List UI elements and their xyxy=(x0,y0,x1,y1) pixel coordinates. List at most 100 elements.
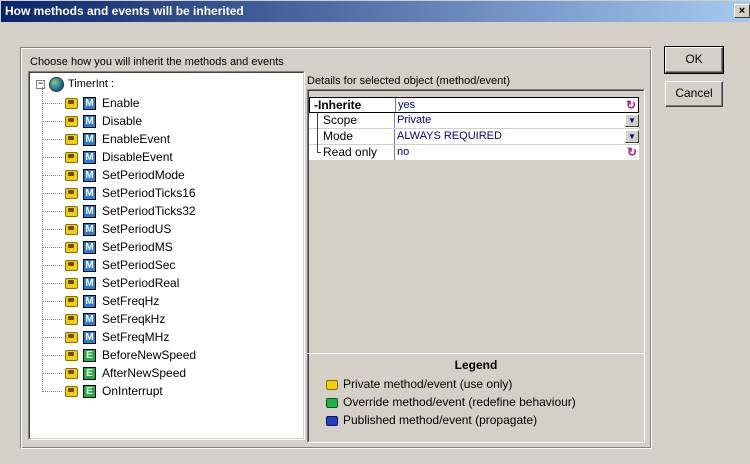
private-icon[interactable] xyxy=(64,349,78,361)
private-icon[interactable] xyxy=(64,169,78,181)
tree-item[interactable]: E AfterNewSpeed xyxy=(42,364,186,382)
tree-item[interactable]: M DisableEvent xyxy=(42,148,173,166)
tree-item-label: SetFreqkHz xyxy=(102,312,166,326)
close-button[interactable]: × xyxy=(734,4,750,18)
legend-item-published: Published method/event (propagate) xyxy=(325,412,537,428)
private-icon[interactable] xyxy=(64,223,78,235)
cycle-value-icon[interactable]: ↻ xyxy=(625,146,639,159)
property-name-text: Mode xyxy=(323,129,354,143)
method-icon: M xyxy=(83,150,96,164)
tree-connector xyxy=(42,264,62,266)
tree-connector xyxy=(42,102,62,104)
ok-button[interactable]: OK xyxy=(664,46,724,74)
tree-connector xyxy=(42,390,62,392)
tree-item-label: OnInterrupt xyxy=(102,384,163,398)
private-icon xyxy=(325,378,339,390)
collapse-icon[interactable]: − xyxy=(36,79,45,89)
tree-item[interactable]: M SetPeriodTicks32 xyxy=(42,202,196,220)
methods-tree[interactable]: − TimerInt : M Enable M Disable M EnableEvent… xyxy=(28,71,305,440)
tree-connector xyxy=(317,145,321,153)
published-icon xyxy=(325,414,339,426)
property-name: Scope xyxy=(309,113,395,129)
event-icon: E xyxy=(83,348,96,362)
property-value[interactable]: Private ▼ xyxy=(395,113,639,128)
tree-item[interactable]: M Enable xyxy=(42,94,139,112)
tree-item[interactable]: M SetPeriodReal xyxy=(42,274,179,292)
tree-item-label: SetPeriodTicks16 xyxy=(102,186,196,200)
tree-connector xyxy=(42,210,62,212)
groupbox-label: Choose how you will inherit the methods … xyxy=(30,56,284,68)
private-icon[interactable] xyxy=(64,205,78,217)
details-label: Details for selected object (method/even… xyxy=(307,75,510,87)
tree-item[interactable]: M SetPeriodMode xyxy=(42,166,185,184)
private-icon[interactable] xyxy=(64,385,78,397)
tree-item[interactable]: M Disable xyxy=(42,112,142,130)
tree-item[interactable]: M EnableEvent xyxy=(42,130,170,148)
tree-item-label: BeforeNewSpeed xyxy=(102,348,197,362)
property-row[interactable]: Read only no ↻ xyxy=(309,145,639,161)
private-icon[interactable] xyxy=(64,187,78,199)
cycle-value-icon[interactable]: ↻ xyxy=(624,99,638,112)
method-icon: M xyxy=(83,312,96,326)
method-icon: M xyxy=(83,168,96,182)
method-icon: M xyxy=(83,276,96,290)
private-icon[interactable] xyxy=(64,295,78,307)
tree-item[interactable]: E OnInterrupt xyxy=(42,382,163,400)
tree-connector xyxy=(42,174,62,176)
globe-icon xyxy=(49,76,64,92)
tree-connector xyxy=(42,282,62,284)
tree-connector xyxy=(317,129,318,145)
private-icon[interactable] xyxy=(64,277,78,289)
legend-item-override: Override method/event (redefine behaviou… xyxy=(325,394,576,410)
tree-connector xyxy=(42,228,62,230)
private-icon[interactable] xyxy=(64,133,78,145)
method-icon: M xyxy=(83,114,96,128)
tree-item-label: SetPeriodReal xyxy=(102,276,180,290)
private-icon[interactable] xyxy=(64,313,78,325)
private-icon[interactable] xyxy=(64,151,78,163)
property-value[interactable]: no ↻ xyxy=(395,145,639,160)
property-name-text: -Inherite xyxy=(314,98,362,112)
private-icon[interactable] xyxy=(64,115,78,127)
property-row[interactable]: Mode ALWAYS REQUIRED ▼ xyxy=(309,129,639,145)
tree-connector xyxy=(42,354,62,356)
method-icon: M xyxy=(83,96,96,110)
method-icon: M xyxy=(83,294,96,308)
property-value[interactable]: yes ↻ xyxy=(396,98,638,112)
property-value-text: yes xyxy=(398,99,416,111)
method-icon: M xyxy=(83,240,96,254)
tree-item[interactable]: M SetPeriodUS xyxy=(42,220,171,238)
private-icon[interactable] xyxy=(64,97,78,109)
dropdown-arrow-icon[interactable]: ▼ xyxy=(625,114,639,127)
tree-item[interactable]: M SetFreqHz xyxy=(42,292,159,310)
tree-item-label: DisableEvent xyxy=(102,150,173,164)
private-icon[interactable] xyxy=(64,331,78,343)
tree-root-label: TimerInt : xyxy=(68,78,115,90)
private-icon[interactable] xyxy=(64,241,78,253)
private-icon[interactable] xyxy=(64,367,78,379)
tree-item-label: SetPeriodMS xyxy=(102,240,173,254)
method-icon: M xyxy=(83,132,96,146)
legend-item-private: Private method/event (use only) xyxy=(325,376,512,392)
tree-item[interactable]: M SetFreqMHz xyxy=(42,328,169,346)
tree-item-label: SetPeriodSec xyxy=(102,258,176,272)
method-icon: M xyxy=(83,204,96,218)
tree-item[interactable]: M SetFreqkHz xyxy=(42,310,165,328)
dropdown-arrow-icon[interactable]: ▼ xyxy=(625,130,639,143)
tree-item-label: SetPeriodUS xyxy=(102,222,172,236)
tree-item[interactable]: M SetPeriodSec xyxy=(42,256,175,274)
tree-root[interactable]: − TimerInt : xyxy=(36,76,114,92)
method-icon: M xyxy=(83,258,96,272)
method-icon: M xyxy=(83,186,96,200)
property-value[interactable]: ALWAYS REQUIRED ▼ xyxy=(395,129,639,144)
private-icon[interactable] xyxy=(64,259,78,271)
tree-item[interactable]: E BeforeNewSpeed xyxy=(42,346,196,364)
property-row[interactable]: Scope Private ▼ xyxy=(309,113,639,129)
tree-item[interactable]: M SetPeriodTicks16 xyxy=(42,184,196,202)
method-icon: M xyxy=(83,330,96,344)
property-name-text: Read only xyxy=(323,145,378,159)
cancel-button[interactable]: Cancel xyxy=(665,81,723,107)
tree-item[interactable]: M SetPeriodMS xyxy=(42,238,173,256)
legend-text: Private method/event (use only) xyxy=(343,377,513,391)
property-row[interactable]: -Inherite yes ↻ xyxy=(309,97,639,113)
